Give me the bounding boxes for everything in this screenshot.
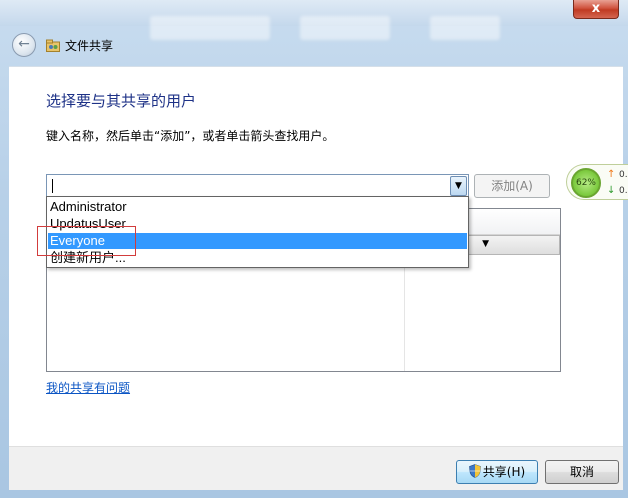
window-title: 文件共享 [65,39,114,53]
upload-arrow-icon: ↑ [607,169,616,180]
user-name-combobox[interactable]: ▼ [46,174,469,198]
network-monitor-widget[interactable]: 62% ↑ 0. ↓ 0. [566,164,628,200]
navigation-bar: ← 文件共享 [4,28,624,64]
user-dropdown-list[interactable]: Administrator UpdatusUser Everyone 创建新用户… [46,196,469,268]
page-heading: 选择要与其共享的用户 [46,92,197,110]
download-value: 0. [619,186,628,196]
text-caret [52,179,53,193]
cancel-button[interactable]: 取消 [545,460,619,484]
upload-value: 0. [619,170,628,180]
share-button[interactable]: 共享(H) [456,460,538,484]
sharing-help-link[interactable]: 我的共享有问题 [46,379,130,396]
download-arrow-icon: ↓ [607,185,616,196]
chevron-down-icon: ▼ [482,239,489,249]
uac-shield-icon [468,464,481,478]
close-button[interactable]: x [573,0,619,19]
dropdown-item-everyone[interactable]: Everyone [48,233,467,249]
add-button[interactable]: 添加(A) [474,174,550,198]
dropdown-item-create-new-user[interactable]: 创建新用户... [48,250,467,266]
button-bar: 共享(H) 取消 [9,446,623,490]
file-sharing-icon [46,39,60,52]
share-button-label: 共享(H) [482,465,526,479]
usage-gauge: 62% [571,168,601,198]
dropdown-arrow-button[interactable]: ▼ [450,176,467,196]
instruction-text: 键入名称，然后单击“添加”，或者单击箭头查找用户。 [46,129,335,143]
dropdown-item-administrator[interactable]: Administrator [48,199,467,215]
back-button[interactable]: ← [12,33,36,57]
dropdown-item-updatususer[interactable]: UpdatusUser [48,216,467,232]
